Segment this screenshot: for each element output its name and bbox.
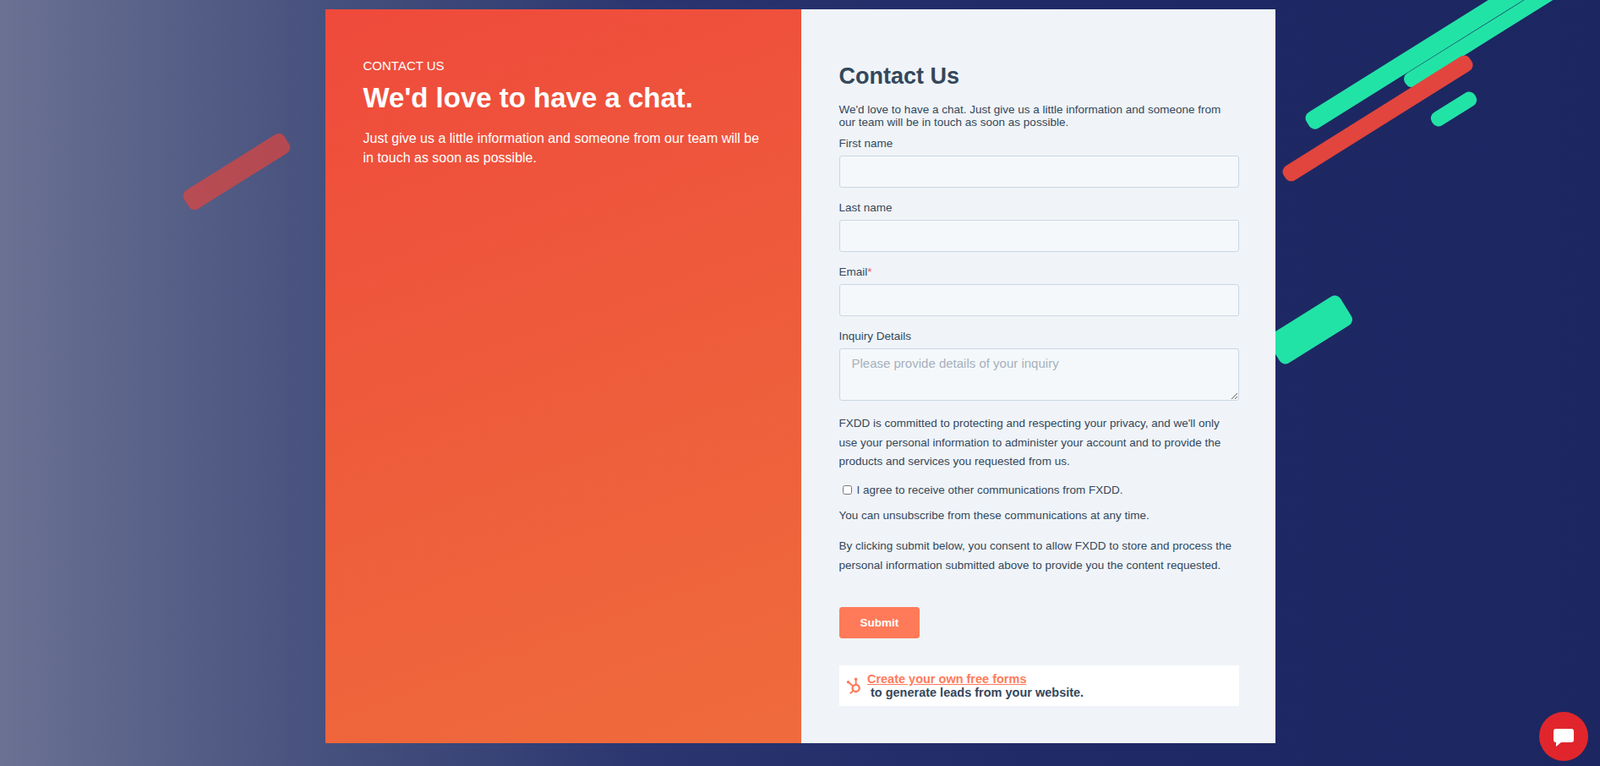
field-label: Email*: [839, 265, 1240, 279]
form-panel: Contact Us We'd love to have a chat. Just…: [801, 9, 1276, 743]
unsubscribe-text: You can unsubscribe from these communica…: [839, 506, 1240, 526]
label-text: Inquiry Details: [839, 329, 912, 343]
badge-link[interactable]: Create your own free forms: [867, 671, 1027, 686]
background-shape: [1265, 293, 1355, 367]
form-field: First name: [839, 136, 1240, 188]
submit-note: By clicking submit below, you consent to…: [839, 536, 1240, 575]
consent-row[interactable]: I agree to receive other communications …: [842, 483, 1240, 497]
hero-text: Just give us a little information and so…: [363, 128, 764, 168]
consent-label: I agree to receive other communications …: [857, 483, 1124, 497]
chat-bubble-icon: [1551, 724, 1576, 749]
contact-card: CONTACT US We'd love to have a chat. Just …: [325, 9, 1276, 743]
label-text: Last name: [839, 201, 893, 214]
label-text: First name: [839, 136, 894, 150]
field-label: Last name: [839, 201, 1240, 214]
submit-button[interactable]: Submit: [839, 606, 921, 639]
form-field: Inquiry Details: [839, 329, 1240, 401]
eyebrow: CONTACT US: [363, 58, 764, 73]
text-input[interactable]: [839, 219, 1240, 252]
hubspot-icon: [846, 676, 863, 695]
background-shape: [1428, 88, 1480, 129]
hubspot-badge: Create your own free forms to generate l…: [839, 665, 1240, 706]
field-label: Inquiry Details: [839, 329, 1240, 343]
label-text: Email: [839, 265, 869, 279]
inquiry-textarea[interactable]: [839, 348, 1240, 401]
hero-panel: CONTACT US We'd love to have a chat. Just …: [325, 9, 802, 743]
required-mark: *: [867, 265, 872, 279]
text-input[interactable]: [839, 155, 1240, 188]
privacy-text: FXDD is committed to protecting and resp…: [839, 414, 1240, 472]
form-field: Last name: [839, 201, 1240, 252]
page: CONTACT US We'd love to have a chat. Just …: [0, 0, 1600, 743]
form-field: Email*: [839, 265, 1240, 317]
field-label: First name: [839, 136, 1240, 150]
consent-checkbox[interactable]: [842, 485, 852, 495]
chat-button[interactable]: [1539, 711, 1589, 761]
background-shape: [180, 131, 294, 213]
hero-heading: We'd love to have a chat.: [363, 81, 764, 115]
badge-rest: to generate leads from your website.: [867, 685, 1084, 699]
text-input[interactable]: [839, 283, 1240, 317]
form-intro: We'd love to have a chat. Just give us a…: [839, 103, 1240, 129]
form-title: Contact Us: [839, 63, 1240, 90]
badge-text: Create your own free forms to generate l…: [867, 671, 1233, 699]
